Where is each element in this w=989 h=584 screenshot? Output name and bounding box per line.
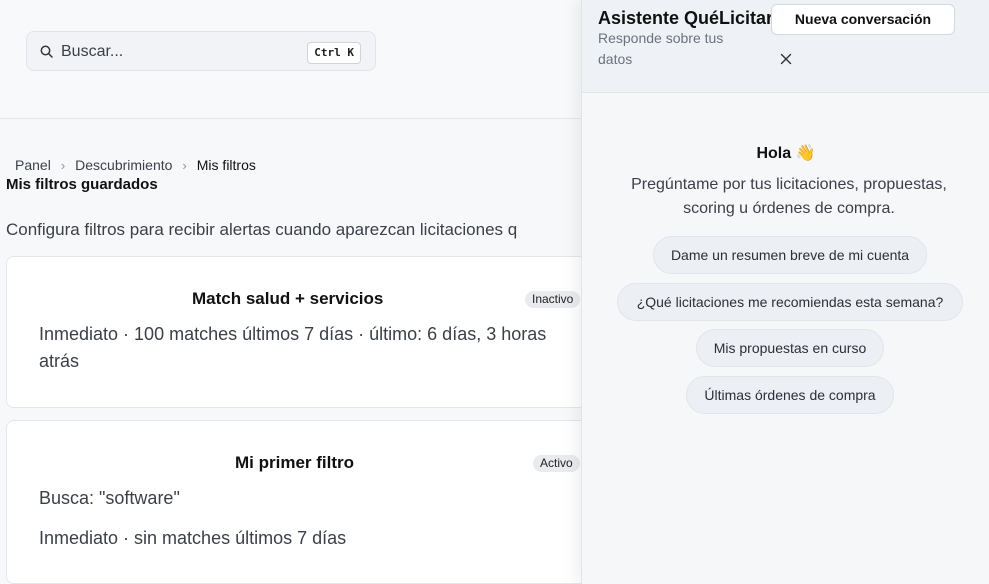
filter-card[interactable]: Mi primer filtro Activo Busca: "software…	[6, 420, 582, 584]
assistant-greeting: Hola 👋	[756, 145, 816, 162]
suggestion-chip[interactable]: ¿Qué licitaciones me recomiendas esta se…	[617, 283, 963, 321]
assistant-subtitle: Responde sobre tus datos	[598, 30, 724, 67]
filter-summary-continued: atrás	[39, 351, 80, 371]
new-conversation-button[interactable]: Nueva conversación	[771, 4, 955, 35]
chevron-right-icon: ›	[182, 157, 187, 173]
breadcrumb: Panel › Descubrimiento › Mis filtros	[15, 157, 256, 173]
assistant-intro: Pregúntame por tus licitaciones, propues…	[631, 176, 947, 217]
close-icon[interactable]	[777, 50, 795, 68]
breadcrumb-item-descubrimiento[interactable]: Descubrimiento	[75, 157, 172, 173]
assistant-header: Asistente QuéLicitar Responde sobre tus …	[582, 0, 989, 93]
page-description: Configura filtros para recibir alertas c…	[6, 220, 518, 239]
status-badge: Inactivo	[525, 291, 581, 308]
search-placeholder: Buscar...	[61, 43, 124, 60]
filter-name: Match salud + servicios	[192, 289, 384, 308]
filter-query: Busca: "software"	[39, 488, 180, 508]
assistant-panel: Asistente QuéLicitar Responde sobre tus …	[581, 0, 989, 584]
suggestion-chip[interactable]: Últimas órdenes de compra	[686, 376, 894, 414]
filter-name: Mi primer filtro	[235, 453, 355, 472]
suggestion-chip[interactable]: Mis propuestas en curso	[696, 329, 884, 367]
chevron-right-icon: ›	[60, 157, 66, 173]
filter-summary: Inmediato · 100 matches últimos 7 días ·…	[39, 324, 547, 344]
main-content: Buscar... Ctrl K Panel › Descubrimiento …	[0, 0, 582, 584]
filter-summary: Inmediato · sin matches últimos 7 días	[39, 528, 347, 548]
page-title: Mis filtros guardados	[6, 176, 158, 193]
top-bar: Buscar... Ctrl K	[0, 0, 582, 119]
search-shortcut-badge: Ctrl K	[307, 42, 361, 64]
suggestion-chip[interactable]: Dame un resumen breve de mi cuenta	[653, 236, 927, 274]
breadcrumb-item-panel[interactable]: Panel	[15, 157, 51, 173]
breadcrumb-item-current: Mis filtros	[196, 157, 256, 173]
search-icon	[40, 45, 53, 58]
search-input[interactable]: Buscar... Ctrl K	[26, 31, 376, 71]
assistant-title: Asistente QuéLicitar	[598, 8, 774, 28]
filter-card[interactable]: Match salud + servicios Inactivo Inmedia…	[6, 256, 582, 408]
status-badge: Activo	[533, 455, 580, 472]
